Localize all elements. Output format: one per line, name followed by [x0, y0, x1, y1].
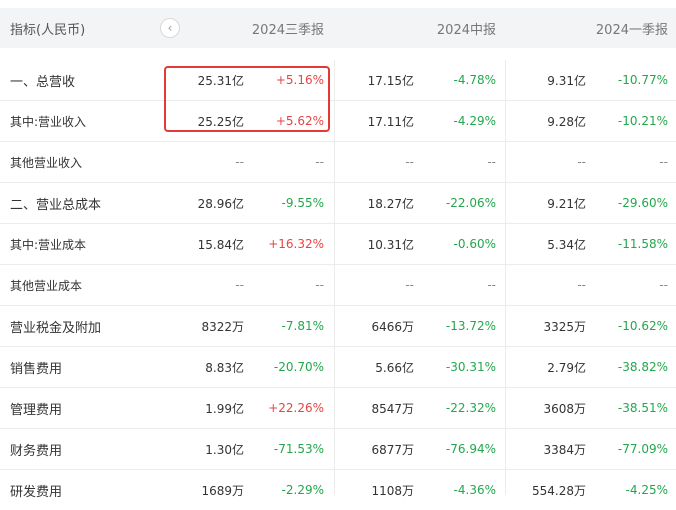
- change-cell: +5.62%: [275, 114, 324, 128]
- table-row: 一、总营收 25.31亿 +5.16% 17.15亿 -4.78% 9.31亿 -10.77…: [0, 60, 676, 100]
- row-label: 其中:营业收入: [10, 114, 87, 129]
- chevron-left-icon: ‹: [167, 21, 173, 35]
- row-label: 研发费用: [10, 484, 63, 500]
- value-cell: 3384万: [543, 442, 586, 457]
- value-cell: 3325万: [543, 319, 586, 334]
- value-cell: --: [577, 278, 586, 292]
- change-cell: -38.51%: [617, 401, 668, 415]
- change-cell: -20.70%: [273, 360, 324, 374]
- value-cell: 5.34亿: [547, 237, 586, 252]
- table-row: 销售费用 8.83亿 -20.70% 5.66亿 -30.31% 2.79亿 -38.82%: [0, 346, 676, 387]
- value-cell: --: [405, 278, 414, 292]
- table-row: 管理费用 1.99亿 +22.26% 8547万 -22.32% 3608万 -38.51%: [0, 387, 676, 428]
- change-cell: -0.60%: [453, 237, 496, 251]
- change-cell: +22.26%: [268, 401, 324, 415]
- period-header-1: 2024三季报: [251, 22, 324, 38]
- change-cell: -29.60%: [617, 196, 668, 210]
- value-cell: 15.84亿: [197, 237, 244, 252]
- change-cell: -2.29%: [281, 483, 324, 497]
- change-cell: -11.58%: [617, 237, 668, 251]
- value-cell: 25.25亿: [197, 114, 244, 129]
- row-label: 管理费用: [10, 402, 63, 418]
- table-row: 其他营业成本 -- -- -- -- -- --: [0, 264, 676, 305]
- value-cell: 1.99亿: [205, 401, 244, 416]
- change-cell: -10.62%: [617, 319, 668, 333]
- change-cell: --: [315, 155, 324, 169]
- table-row: 研发费用 1689万 -2.29% 1108万 -4.36% 554.28万 -4.25%: [0, 469, 676, 510]
- value-cell: 1108万: [371, 483, 414, 498]
- table-row: 其中:营业成本 15.84亿 +16.32% 10.31亿 -0.60% 5.34亿 -11…: [0, 223, 676, 264]
- change-cell: -10.21%: [617, 114, 668, 128]
- value-cell: --: [235, 155, 244, 169]
- table-header: 指标(人民币) ‹ 2024三季报 2024中报 2024一季报: [0, 8, 676, 48]
- change-cell: -76.94%: [445, 442, 496, 456]
- change-cell: -22.06%: [445, 196, 496, 210]
- financial-table: 指标(人民币) ‹ 2024三季报 2024中报 2024一季报 一、总营收 25…: [0, 0, 676, 500]
- change-cell: --: [659, 155, 668, 169]
- table-body: 一、总营收 25.31亿 +5.16% 17.15亿 -4.78% 9.31亿 -10.77…: [0, 60, 676, 510]
- row-label: 其中:营业成本: [10, 237, 87, 252]
- value-cell: 6466万: [371, 319, 414, 334]
- value-cell: --: [577, 155, 586, 169]
- change-cell: --: [487, 278, 496, 292]
- value-cell: 8322万: [201, 319, 244, 334]
- value-cell: 2.79亿: [547, 360, 586, 375]
- change-cell: -10.77%: [617, 73, 668, 87]
- value-cell: --: [405, 155, 414, 169]
- table-row: 其中:营业收入 25.25亿 +5.62% 17.11亿 -4.29% 9.28亿 -10.…: [0, 100, 676, 141]
- value-cell: 9.31亿: [547, 73, 586, 88]
- table-row: 营业税金及附加 8322万 -7.81% 6466万 -13.72% 3325万 -10.6…: [0, 305, 676, 346]
- value-cell: 17.15亿: [367, 73, 414, 88]
- prev-period-button[interactable]: ‹: [160, 18, 180, 38]
- table-row: 财务费用 1.30亿 -71.53% 6877万 -76.94% 3384万 -77.09%: [0, 428, 676, 469]
- change-cell: +5.16%: [275, 73, 324, 87]
- change-cell: --: [315, 278, 324, 292]
- change-cell: -30.31%: [445, 360, 496, 374]
- row-label: 其他营业收入: [10, 155, 83, 170]
- change-cell: -4.29%: [453, 114, 496, 128]
- value-cell: 18.27亿: [367, 196, 414, 211]
- value-cell: 3608万: [543, 401, 586, 416]
- change-cell: -9.55%: [281, 196, 324, 210]
- row-label: 二、营业总成本: [10, 197, 102, 213]
- change-cell: -77.09%: [617, 442, 668, 456]
- change-cell: -22.32%: [445, 401, 496, 415]
- period-header-3: 2024一季报: [595, 22, 668, 38]
- value-cell: 25.31亿: [197, 73, 244, 88]
- value-cell: 8547万: [371, 401, 414, 416]
- change-cell: +16.32%: [268, 237, 324, 251]
- period-header-2: 2024中报: [436, 22, 496, 38]
- value-cell: 554.28万: [532, 483, 586, 498]
- row-label: 其他营业成本: [10, 278, 83, 293]
- value-cell: 1.30亿: [205, 442, 244, 457]
- change-cell: -13.72%: [445, 319, 496, 333]
- row-label: 营业税金及附加: [10, 320, 102, 336]
- change-cell: -7.81%: [281, 319, 324, 333]
- value-cell: 1689万: [201, 483, 244, 498]
- row-label: 销售费用: [10, 361, 63, 377]
- value-cell: 28.96亿: [197, 196, 244, 211]
- change-cell: -4.36%: [453, 483, 496, 497]
- change-cell: -38.82%: [617, 360, 668, 374]
- change-cell: --: [487, 155, 496, 169]
- value-cell: 17.11亿: [367, 114, 414, 129]
- value-cell: --: [235, 278, 244, 292]
- value-cell: 5.66亿: [375, 360, 414, 375]
- value-cell: 10.31亿: [367, 237, 414, 252]
- value-cell: 9.28亿: [547, 114, 586, 129]
- change-cell: -4.25%: [625, 483, 668, 497]
- table-row: 其他营业收入 -- -- -- -- -- --: [0, 141, 676, 182]
- change-cell: -4.78%: [453, 73, 496, 87]
- value-cell: 6877万: [371, 442, 414, 457]
- value-cell: 9.21亿: [547, 196, 586, 211]
- metric-header: 指标(人民币): [10, 22, 86, 38]
- table-row: 二、营业总成本 28.96亿 -9.55% 18.27亿 -22.06% 9.21亿 -29…: [0, 182, 676, 223]
- value-cell: 8.83亿: [205, 360, 244, 375]
- row-label: 财务费用: [10, 443, 63, 459]
- row-label: 一、总营收: [10, 74, 76, 90]
- change-cell: -71.53%: [273, 442, 324, 456]
- change-cell: --: [659, 278, 668, 292]
